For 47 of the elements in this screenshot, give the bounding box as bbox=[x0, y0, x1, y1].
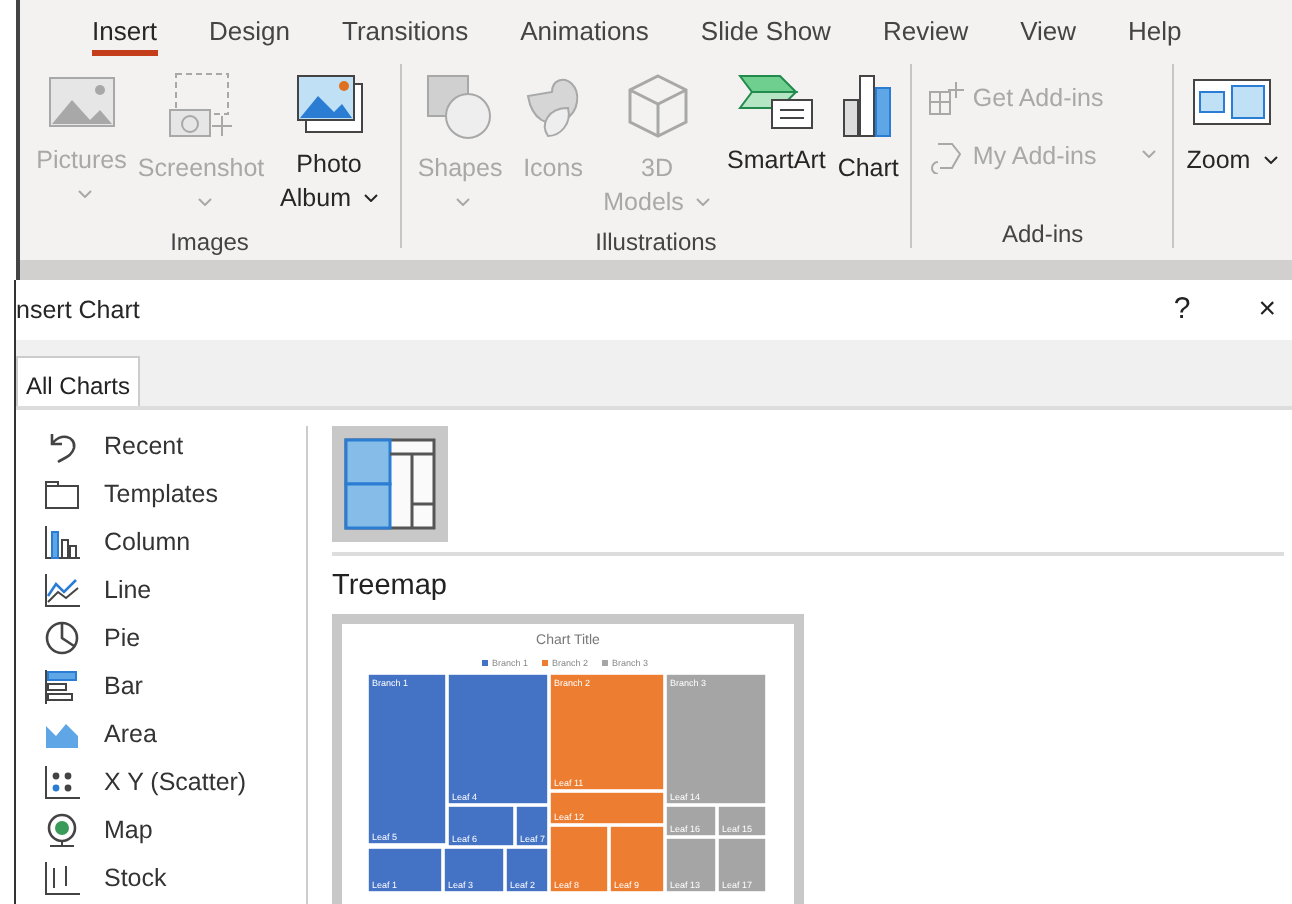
picture-icon bbox=[45, 72, 118, 132]
group-label: Add-ins bbox=[999, 218, 1086, 248]
pie-chart-icon bbox=[44, 620, 80, 656]
chart-category[interactable]: Recent bbox=[16, 422, 306, 470]
smartart-icon bbox=[736, 72, 817, 132]
chart-type-title: Treemap bbox=[332, 568, 449, 606]
chart-category[interactable]: Bar bbox=[16, 662, 306, 710]
chart-category[interactable]: Map bbox=[16, 806, 306, 854]
ribbon-tab[interactable]: Design bbox=[183, 0, 316, 56]
dialog-tab[interactable]: All Charts bbox=[16, 356, 141, 406]
scatter-chart-icon bbox=[44, 764, 80, 800]
globe-icon bbox=[44, 812, 80, 848]
chart-category[interactable]: Column bbox=[16, 518, 306, 566]
camera-icon bbox=[165, 72, 238, 140]
ribbon-tab[interactable]: Slide Show bbox=[674, 0, 857, 56]
chart-category[interactable]: Area bbox=[16, 710, 306, 758]
ribbon-tab[interactable]: Review bbox=[856, 0, 995, 56]
treemap-icon bbox=[344, 438, 436, 530]
chart-category[interactable]: Templates bbox=[16, 470, 306, 518]
shapes-icon bbox=[424, 72, 497, 140]
column-chart-icon bbox=[44, 524, 80, 560]
line-chart-icon bbox=[44, 572, 80, 608]
stock-chart-icon bbox=[44, 860, 80, 896]
group-label: Illustrations bbox=[593, 225, 719, 256]
ribbon-button[interactable]: Zoom bbox=[1182, 64, 1282, 216]
chart-category[interactable]: Line bbox=[16, 566, 306, 614]
close-button[interactable]: × bbox=[1242, 287, 1292, 333]
chart-category[interactable]: X Y (Scatter) bbox=[16, 758, 306, 806]
help-button[interactable]: ? bbox=[1157, 287, 1207, 333]
cube-icon bbox=[623, 72, 692, 140]
ribbon-button[interactable]: SmartArt bbox=[723, 64, 830, 224]
chart-category[interactable]: Stock bbox=[16, 854, 306, 902]
chart-category[interactable]: Pie bbox=[16, 614, 306, 662]
ribbon-button[interactable]: Photo Album bbox=[267, 64, 392, 224]
ribbon-tab[interactable]: View bbox=[994, 0, 1103, 56]
folder-icon bbox=[44, 476, 80, 512]
ribbon-tab[interactable]: Transitions bbox=[315, 0, 495, 56]
grid-plus-icon bbox=[928, 80, 965, 117]
ribbon-tab[interactable]: Animations bbox=[494, 0, 675, 56]
bar-chart-icon bbox=[44, 668, 80, 704]
ribbon-tab[interactable]: Insert bbox=[66, 0, 184, 56]
photo-album-icon bbox=[293, 72, 366, 136]
chart-subtype-button[interactable] bbox=[332, 426, 448, 542]
group-label: Images bbox=[168, 225, 251, 256]
ribbon-tab[interactable]: Help bbox=[1102, 0, 1208, 56]
dialog-title: nsert Chart bbox=[16, 293, 140, 328]
ribbon-button[interactable]: Chart bbox=[833, 64, 903, 224]
